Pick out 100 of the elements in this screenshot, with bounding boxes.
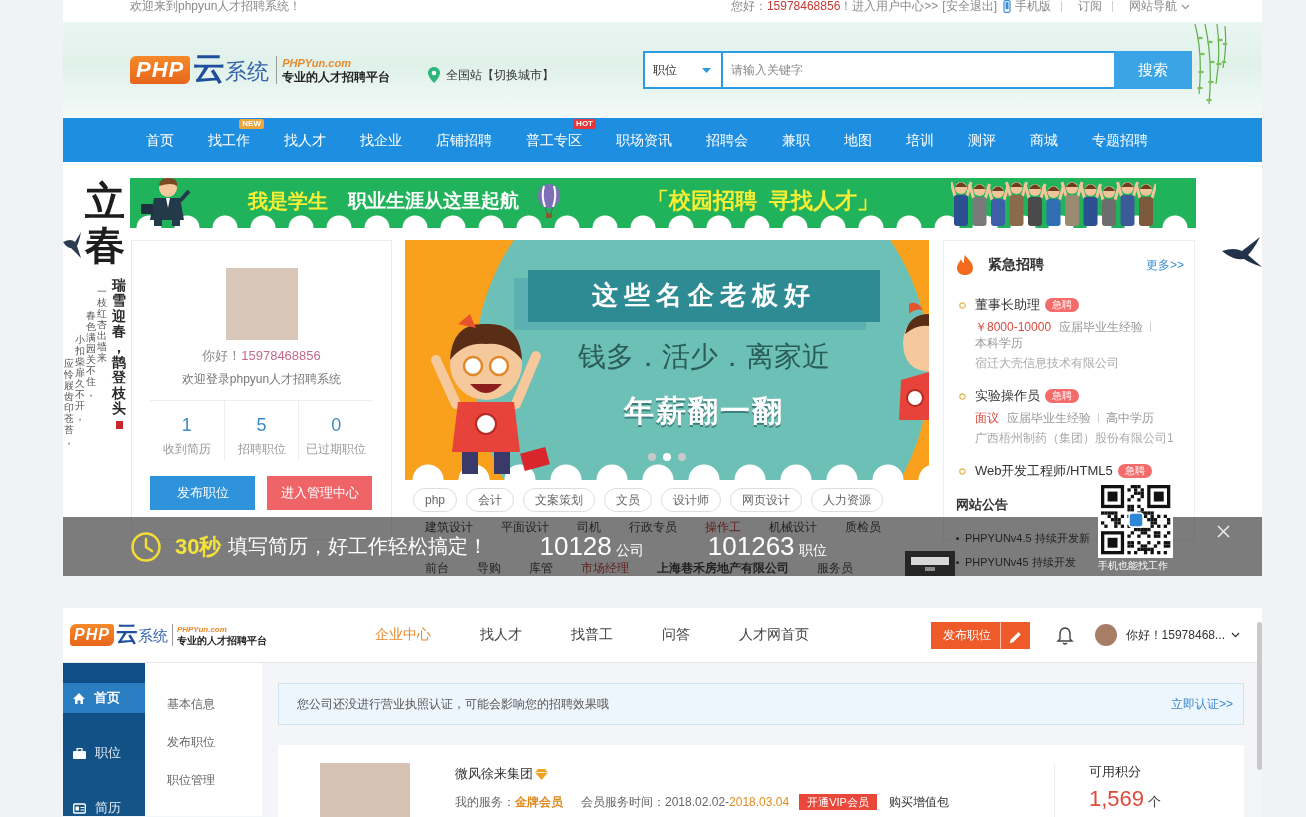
- nav-link[interactable]: 首页: [146, 130, 174, 150]
- mobile-version-link[interactable]: 手机版: [1003, 0, 1051, 13]
- site-navigation-menu[interactable]: 网站导航: [1129, 0, 1190, 13]
- points-label: 可用积分: [1089, 763, 1142, 781]
- job-tag[interactable]: 文员: [604, 488, 653, 512]
- section-title: 紧急招聘: [988, 256, 1044, 274]
- slide-slogan: 钱多．活少．离家近: [578, 340, 830, 374]
- company-link[interactable]: 宿迁大壳信息技术有限公司: [975, 355, 1184, 371]
- sidebar-item[interactable]: 简历: [63, 793, 145, 817]
- stat-value: 10128: [539, 531, 612, 562]
- nav-link[interactable]: 企业中心: [374, 626, 431, 644]
- verify-link[interactable]: 立即认证>>: [1171, 695, 1233, 713]
- subnav-link[interactable]: 基本信息: [145, 696, 262, 712]
- balloon-drawing: [535, 184, 563, 218]
- job-tag[interactable]: 行政专员: [629, 520, 677, 534]
- post-job-button[interactable]: 发布职位: [930, 621, 1030, 649]
- nav-link[interactable]: 找工作: [208, 130, 250, 150]
- nav-link[interactable]: 专题招聘: [1092, 130, 1148, 150]
- company-link[interactable]: 广西梧州制药（集团）股份有限公司1: [975, 430, 1184, 446]
- nav-link[interactable]: 问答: [661, 626, 690, 644]
- clock-icon: [130, 530, 162, 563]
- stat-label: 已过期职位: [306, 441, 367, 457]
- job-tag[interactable]: 平面设计: [501, 520, 549, 534]
- stat-label: 公司: [615, 541, 644, 560]
- search-button[interactable]: 搜索: [1114, 51, 1193, 89]
- nav-link[interactable]: 培训: [906, 130, 934, 150]
- nav-badge: NEW: [239, 119, 264, 129]
- job-tag[interactable]: 设计师: [661, 488, 722, 512]
- nav-link[interactable]: 普工专区: [526, 130, 582, 150]
- notice-link[interactable]: PHPYUNv4.5 持续开发新: [956, 531, 1090, 545]
- job-tag[interactable]: 司机: [577, 520, 601, 534]
- points-value: 1,569: [1089, 787, 1145, 811]
- user-menu[interactable]: 你好！15978468...: [1125, 626, 1240, 644]
- carousel-dot[interactable]: [663, 453, 671, 461]
- job-tag[interactable]: 文案策划: [523, 488, 596, 512]
- category-dropdown[interactable]: 职位: [643, 51, 724, 89]
- banner-text: 职业生涯从这里起航: [348, 189, 519, 213]
- sidebar-item[interactable]: 首页: [63, 683, 145, 713]
- addon-link[interactable]: 购买增值包: [888, 793, 949, 811]
- nav-link[interactable]: 地图: [844, 130, 872, 150]
- company-link[interactable]: 上海巷禾房地产有限公司: [657, 561, 789, 575]
- notice-link[interactable]: PHPYUNv45 持续开发: [956, 555, 1076, 569]
- post-job-button[interactable]: 发布职位: [150, 476, 255, 510]
- job-tag[interactable]: 网页设计: [730, 488, 803, 512]
- bell-icon[interactable]: [1055, 625, 1074, 645]
- job-tag[interactable]: 操作工: [705, 520, 741, 534]
- nav-link[interactable]: 人才网首页: [738, 626, 809, 644]
- job-tag[interactable]: 机械设计: [769, 520, 817, 534]
- user-phone-link[interactable]: 15978468856: [766, 0, 841, 13]
- job-tag[interactable]: 前台: [425, 561, 449, 575]
- search-field[interactable]: 请输入关键字: [723, 51, 1115, 89]
- nav-link[interactable]: 商城: [1030, 130, 1058, 150]
- subnav-link[interactable]: 发布职位: [145, 734, 262, 750]
- banner-title: 我是学生: [248, 188, 328, 214]
- experience-text: 应届毕业生经验: [1059, 320, 1144, 334]
- job-tag[interactable]: 市场经理: [581, 561, 629, 575]
- greeting-text: 你好！: [202, 348, 242, 363]
- job-title-link[interactable]: 董事长助理: [975, 296, 1040, 314]
- more-link[interactable]: 更多>>: [1146, 256, 1184, 274]
- nav-link[interactable]: 兼职: [782, 130, 810, 150]
- nav-link[interactable]: 测评: [968, 130, 996, 150]
- nav-link[interactable]: 找企业: [360, 130, 402, 150]
- nav-link[interactable]: 找人才: [479, 626, 522, 644]
- job-tag[interactable]: 建筑设计: [425, 520, 473, 534]
- businessman-drawing: [140, 176, 192, 226]
- close-icon[interactable]: [1217, 525, 1230, 538]
- user-center-link[interactable]: ！进入用户中心>>: [840, 0, 939, 13]
- sidebar-item[interactable]: 职位: [63, 738, 145, 768]
- subscribe-link[interactable]: 订阅: [1078, 0, 1102, 13]
- job-tag[interactable]: 质检员: [845, 520, 881, 534]
- carousel-dot[interactable]: [648, 453, 656, 461]
- briefcase-icon: [73, 747, 86, 759]
- nav-link[interactable]: 找普工: [570, 626, 613, 644]
- nav-link[interactable]: 招聘会: [706, 130, 748, 150]
- job-tag[interactable]: 会计: [466, 488, 515, 512]
- job-title-link[interactable]: 实验操作员: [975, 387, 1040, 405]
- poem-line: 春色满园关不住，: [86, 310, 96, 400]
- logout-link[interactable]: [安全退出]: [942, 0, 997, 13]
- job-tag[interactable]: 库管: [529, 561, 553, 575]
- nav-link[interactable]: 职场资讯: [616, 130, 672, 150]
- motto-text: 瑞雪迎春，鹊登枝头: [112, 278, 126, 417]
- logo-domain-text: PHPYun.com: [176, 624, 228, 635]
- job-tag[interactable]: 服务员: [817, 561, 853, 575]
- scrollbar-thumb[interactable]: [1257, 622, 1262, 770]
- job-tag[interactable]: 人力资源: [811, 488, 884, 512]
- swallow-icon: [63, 232, 81, 258]
- job-title-link[interactable]: Web开发工程师/HTML5: [975, 462, 1113, 480]
- banner-title: 寻找人才」: [769, 187, 879, 215]
- manage-center-button[interactable]: 进入管理中心: [267, 476, 372, 510]
- nav-link[interactable]: 找人才: [284, 130, 326, 150]
- vip-button[interactable]: 开通VIP会员: [799, 794, 877, 810]
- id-card-icon: [73, 802, 86, 814]
- location-link[interactable]: 全国站【切换城市】: [446, 66, 555, 84]
- subnav-link[interactable]: 职位管理: [145, 772, 262, 788]
- job-tag[interactable]: php: [413, 488, 458, 512]
- poem-line: 小扣柴扉久不开，: [75, 334, 85, 424]
- collapse-tab-icon[interactable]: [904, 551, 955, 576]
- nav-link[interactable]: 店铺招聘: [436, 130, 492, 150]
- job-tag[interactable]: 导购: [477, 561, 501, 575]
- carousel-dot[interactable]: [678, 453, 686, 461]
